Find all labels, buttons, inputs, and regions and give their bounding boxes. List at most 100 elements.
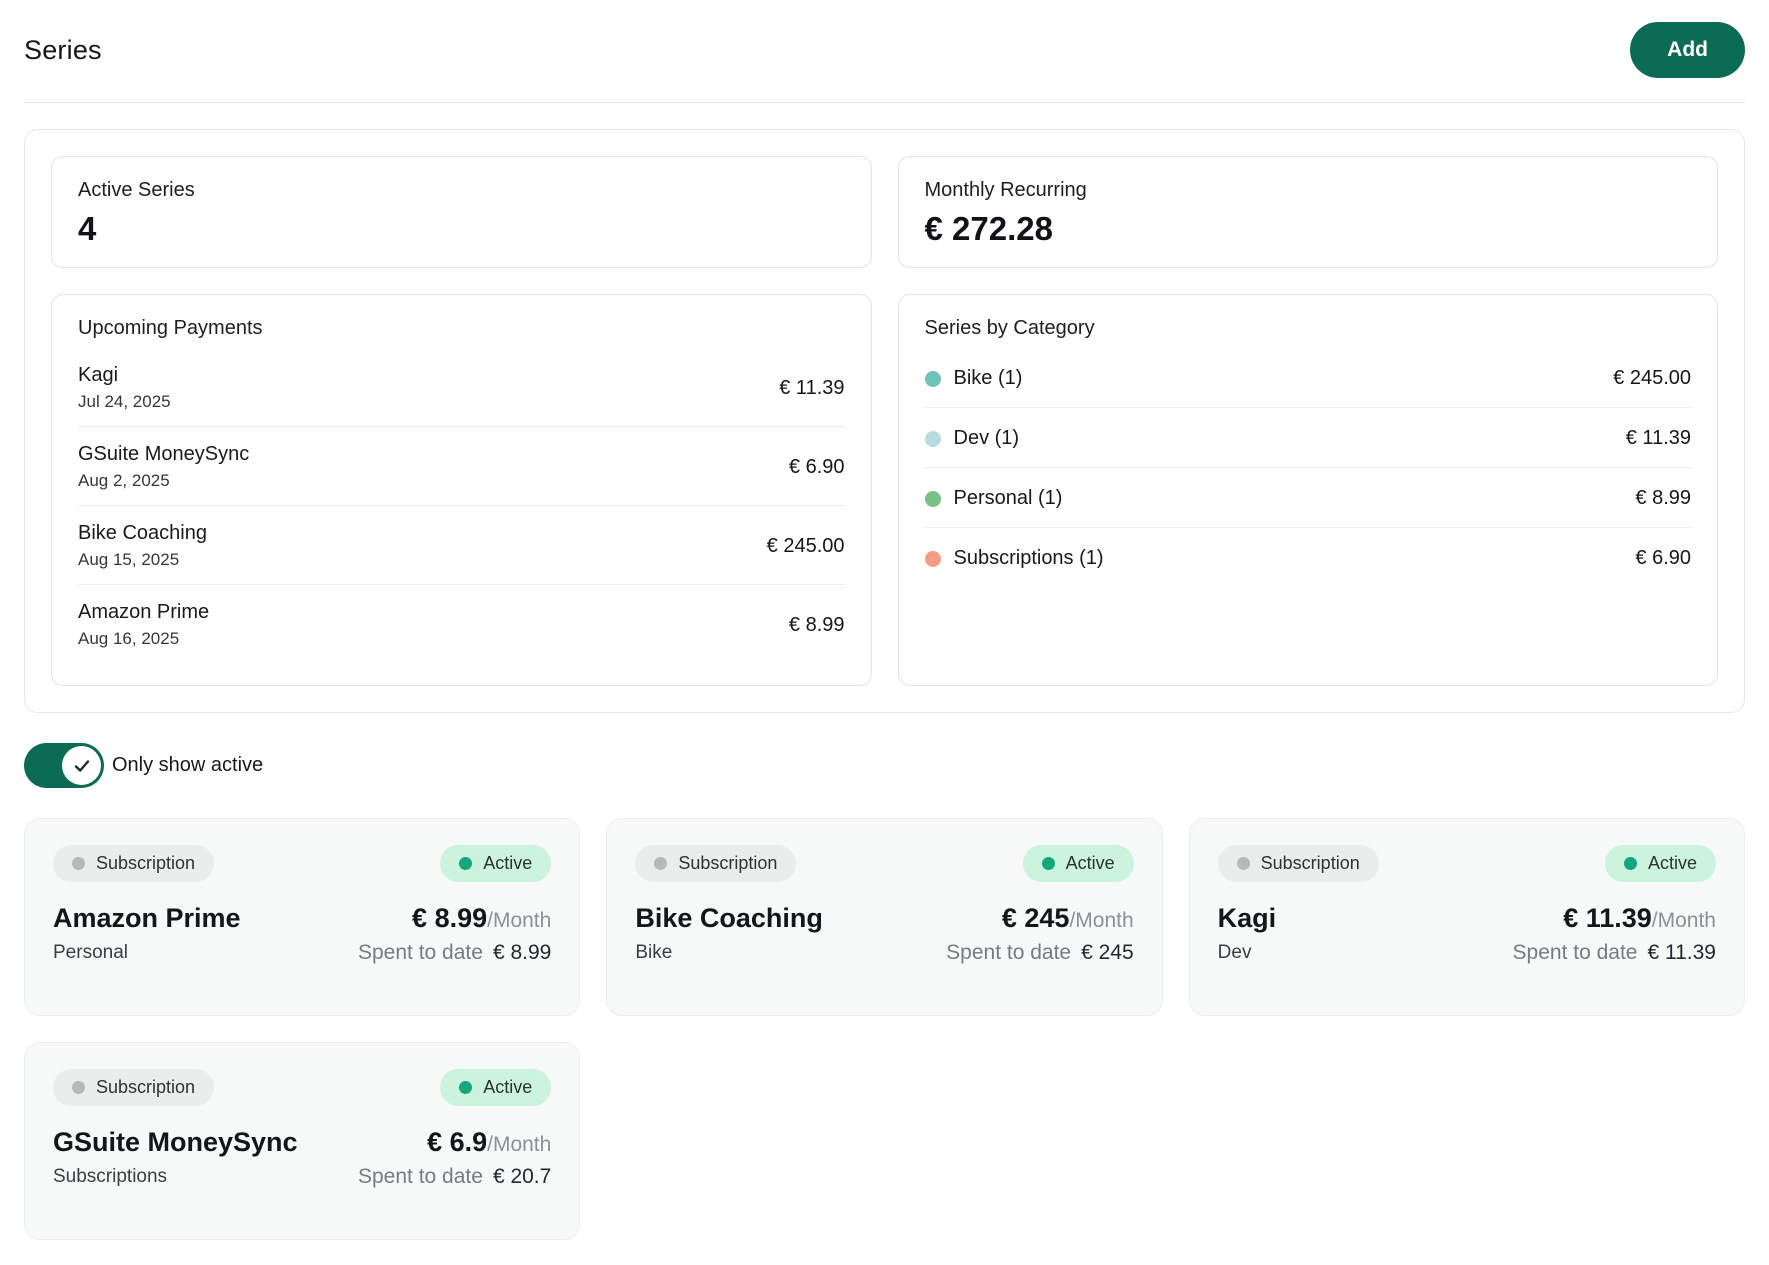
spent-value: € 11.39 bbox=[1647, 941, 1716, 964]
series-name: Amazon Prime bbox=[53, 903, 241, 934]
series-card-amazon-prime[interactable]: Subscription Active Amazon Prime Persona… bbox=[24, 818, 580, 1016]
series-price: € 11.39 bbox=[1563, 903, 1652, 933]
series-price: € 6.9 bbox=[427, 1127, 487, 1157]
spent-line: Spent to date € 8.99 bbox=[358, 941, 551, 965]
upcoming-payments-title: Upcoming Payments bbox=[78, 317, 845, 340]
add-button[interactable]: Add bbox=[1630, 22, 1745, 78]
category-row: Subscriptions (1) € 6.90 bbox=[925, 528, 1692, 587]
category-list: Bike (1) € 245.00 Dev (1) € 11.39 Person… bbox=[925, 348, 1692, 587]
series-card-gsuite-moneysync[interactable]: Subscription Active GSuite MoneySync Sub… bbox=[24, 1042, 580, 1240]
series-card-bike-coaching[interactable]: Subscription Active Bike Coaching Bike €… bbox=[606, 818, 1162, 1016]
badge-row: Subscription Active bbox=[635, 845, 1133, 882]
series-by-category-card: Series by Category Bike (1) € 245.00 Dev… bbox=[898, 294, 1719, 686]
status-badge-label: Active bbox=[483, 853, 532, 874]
category-amount: € 11.39 bbox=[1626, 427, 1691, 450]
only-show-active-toggle[interactable] bbox=[24, 743, 104, 788]
status-dot-icon bbox=[1624, 857, 1637, 870]
category-dot-icon bbox=[925, 431, 941, 447]
payment-info: Bike Coaching Aug 15, 2025 bbox=[78, 522, 207, 570]
category-dot-icon bbox=[925, 491, 941, 507]
status-badge: Active bbox=[1023, 845, 1134, 882]
payment-amount: € 11.39 bbox=[779, 377, 844, 400]
spent-label: Spent to date bbox=[358, 941, 483, 964]
payment-info: GSuite MoneySync Aug 2, 2025 bbox=[78, 443, 249, 491]
toggle-thumb bbox=[62, 746, 101, 785]
card-right: € 11.39/Month Spent to date € 11.39 bbox=[1513, 903, 1716, 965]
type-badge: Subscription bbox=[53, 845, 214, 882]
card-body: GSuite MoneySync Subscriptions € 6.9/Mon… bbox=[53, 1127, 551, 1189]
payment-row: Bike Coaching Aug 15, 2025 € 245.00 bbox=[78, 506, 845, 585]
price-line: € 11.39/Month bbox=[1513, 903, 1716, 934]
spent-value: € 245 bbox=[1081, 941, 1134, 964]
card-right: € 245/Month Spent to date€ 245 bbox=[946, 903, 1134, 965]
card-left: Bike Coaching Bike bbox=[635, 903, 823, 965]
spent-line: Spent to date€ 245 bbox=[946, 941, 1134, 965]
price-line: € 6.9/Month bbox=[358, 1127, 551, 1158]
series-period: /Month bbox=[487, 909, 551, 932]
spent-label: Spent to date bbox=[1513, 941, 1638, 964]
category-row: Personal (1) € 8.99 bbox=[925, 468, 1692, 528]
series-period: /Month bbox=[1069, 909, 1133, 932]
spent-value: € 8.99 bbox=[493, 941, 551, 964]
card-left: Amazon Prime Personal bbox=[53, 903, 241, 965]
payment-name: Bike Coaching bbox=[78, 522, 207, 545]
active-series-value: 4 bbox=[78, 210, 845, 248]
status-badge: Active bbox=[440, 845, 551, 882]
status-dot-icon bbox=[459, 1081, 472, 1094]
payment-date: Jul 24, 2025 bbox=[78, 392, 171, 412]
status-dot-icon bbox=[1042, 857, 1055, 870]
payment-row: GSuite MoneySync Aug 2, 2025 € 6.90 bbox=[78, 427, 845, 506]
price-line: € 8.99/Month bbox=[358, 903, 551, 934]
type-dot-icon bbox=[654, 857, 667, 870]
payment-amount: € 6.90 bbox=[789, 456, 845, 479]
status-badge: Active bbox=[1605, 845, 1716, 882]
status-dot-icon bbox=[459, 857, 472, 870]
series-by-category-title: Series by Category bbox=[925, 317, 1692, 340]
type-badge-label: Subscription bbox=[1261, 853, 1360, 874]
category-row: Dev (1) € 11.39 bbox=[925, 408, 1692, 468]
spent-line: Spent to date€ 20.7 bbox=[358, 1165, 551, 1189]
status-badge: Active bbox=[440, 1069, 551, 1106]
badge-row: Subscription Active bbox=[53, 845, 551, 882]
monthly-recurring-value: € 272.28 bbox=[925, 210, 1692, 248]
status-badge-label: Active bbox=[1648, 853, 1697, 874]
category-amount: € 245.00 bbox=[1613, 367, 1691, 390]
series-category: Bike bbox=[635, 942, 823, 964]
payment-amount: € 8.99 bbox=[789, 614, 845, 637]
category-amount: € 6.90 bbox=[1635, 547, 1691, 570]
payment-name: Kagi bbox=[78, 364, 171, 387]
series-price: € 245 bbox=[1002, 903, 1070, 933]
payment-row: Kagi Jul 24, 2025 € 11.39 bbox=[78, 348, 845, 427]
filter-row: Only show active bbox=[24, 743, 1745, 788]
page-title: Series bbox=[24, 35, 102, 66]
category-amount: € 8.99 bbox=[1635, 487, 1691, 510]
monthly-recurring-label: Monthly Recurring bbox=[925, 179, 1692, 202]
payment-date: Aug 16, 2025 bbox=[78, 629, 209, 649]
payment-name: GSuite MoneySync bbox=[78, 443, 249, 466]
category-label: Dev (1) bbox=[954, 427, 1020, 450]
badge-row: Subscription Active bbox=[53, 1069, 551, 1106]
spent-label: Spent to date bbox=[358, 1165, 483, 1188]
card-right: € 8.99/Month Spent to date € 8.99 bbox=[358, 903, 551, 965]
type-badge-label: Subscription bbox=[678, 853, 777, 874]
badge-row: Subscription Active bbox=[1218, 845, 1716, 882]
type-badge: Subscription bbox=[1218, 845, 1379, 882]
category-label: Bike (1) bbox=[954, 367, 1023, 390]
series-cards-grid: Subscription Active Amazon Prime Persona… bbox=[24, 818, 1745, 1240]
series-category: Dev bbox=[1218, 942, 1277, 964]
page-header: Series Add bbox=[24, 0, 1745, 103]
payment-amount: € 245.00 bbox=[767, 535, 845, 558]
type-dot-icon bbox=[1237, 857, 1250, 870]
series-period: /Month bbox=[487, 1133, 551, 1156]
monthly-recurring-card: Monthly Recurring € 272.28 bbox=[898, 156, 1719, 268]
category-row: Bike (1) € 245.00 bbox=[925, 348, 1692, 408]
status-badge-label: Active bbox=[483, 1077, 532, 1098]
only-show-active-label: Only show active bbox=[112, 754, 263, 777]
payment-row: Amazon Prime Aug 16, 2025 € 8.99 bbox=[78, 585, 845, 663]
type-badge-label: Subscription bbox=[96, 853, 195, 874]
series-card-kagi[interactable]: Subscription Active Kagi Dev € 11.39/Mon… bbox=[1189, 818, 1745, 1016]
payment-info: Kagi Jul 24, 2025 bbox=[78, 364, 171, 412]
upcoming-payments-card: Upcoming Payments Kagi Jul 24, 2025 € 11… bbox=[51, 294, 872, 686]
series-name: Bike Coaching bbox=[635, 903, 823, 934]
active-series-card: Active Series 4 bbox=[51, 156, 872, 268]
